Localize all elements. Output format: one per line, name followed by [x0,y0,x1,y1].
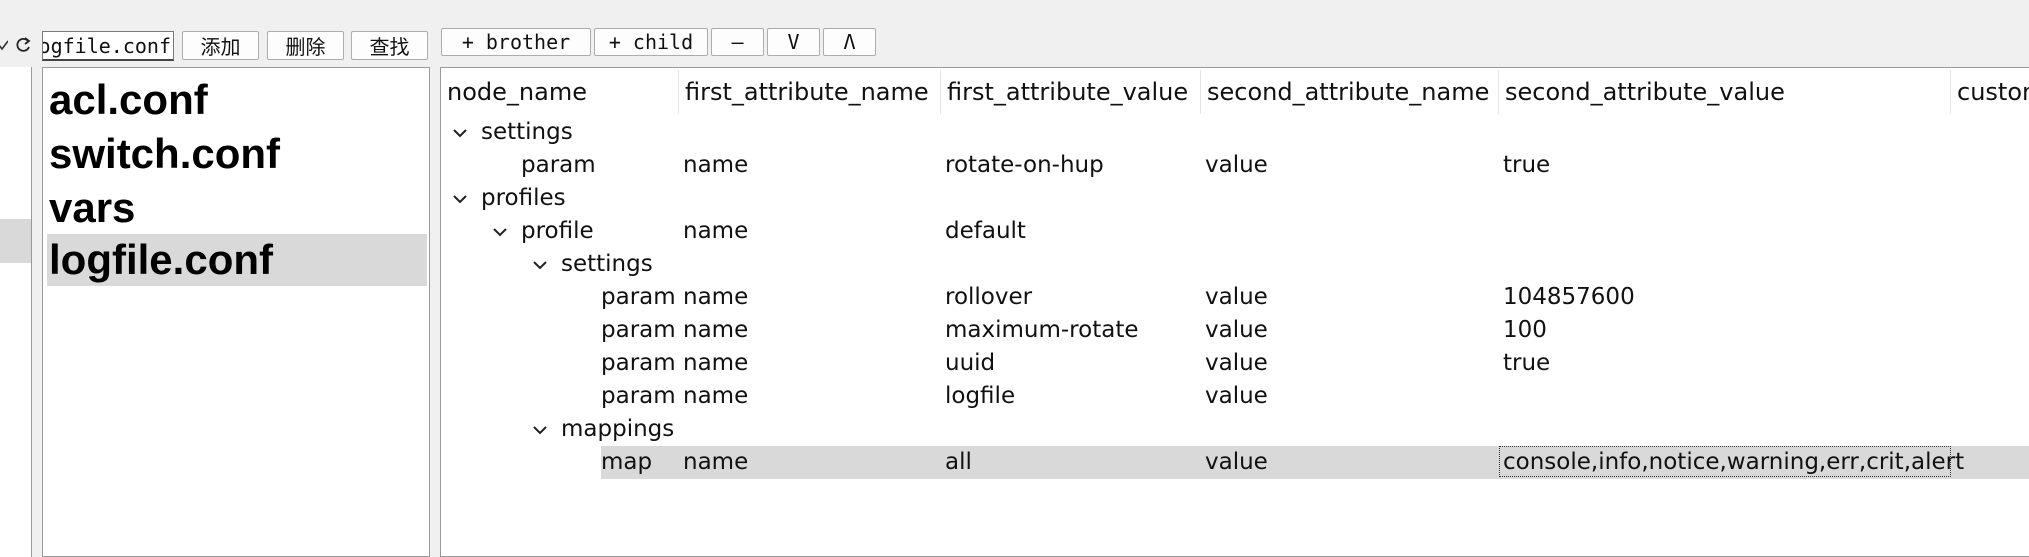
add-brother-button[interactable]: + brother [441,28,591,56]
add-child-button[interactable]: + child [594,28,708,56]
first-attribute-name-cell: name [683,350,749,376]
file-item-vars[interactable]: vars [47,182,427,234]
chevron-down-icon[interactable] [449,116,471,149]
first-attribute-value-cell: logfile [945,383,1016,409]
second-attribute-name-cell: value [1205,284,1268,310]
add-brother-label: + brother [461,30,571,54]
tree-table[interactable]: node_name first_attribute_name first_att… [440,67,2029,557]
move-up-button[interactable]: Λ [823,28,876,56]
file-item-switch[interactable]: switch.conf [47,128,427,180]
file-item-logfile[interactable]: logfile.conf [47,234,427,286]
left-list-selection [0,219,31,263]
tree-row[interactable]: param name logfile value [441,380,2029,413]
dropdown-arrow-icon[interactable] [0,33,8,57]
chevron-down-icon[interactable] [449,182,471,215]
node-name-cell: mappings [561,416,675,442]
tree-row[interactable]: mappings [441,413,2029,446]
second-attribute-name-cell: value [1205,383,1268,409]
move-down-button[interactable]: V [767,28,820,56]
file-list-panel[interactable]: acl.conf switch.conf vars logfile.conf [42,67,430,557]
second-attribute-value-cell: true [1503,350,1551,376]
focused-cell-outline[interactable] [1499,446,1951,477]
find-button-label: 查找 [369,35,410,59]
chevron-down-icon[interactable] [529,248,551,281]
delete-button[interactable]: 删除 [267,31,344,60]
node-name-cell: param [521,152,596,178]
tree-row[interactable]: profiles [441,182,2029,215]
top-strip [0,0,2029,28]
move-up-label: Λ [843,30,856,54]
add-button[interactable]: 添加 [182,31,259,60]
tree-row[interactable]: param name maximum-rotate value 100 [441,314,2029,347]
second-attribute-value-cell: true [1503,152,1551,178]
first-attribute-value-cell: maximum-rotate [945,317,1139,343]
first-attribute-value-cell: all [945,449,972,475]
file-item-acl[interactable]: acl.conf [47,74,427,126]
left-list-panel[interactable] [0,67,32,557]
column-header-second-attribute-value[interactable]: second_attribute_value [1499,70,1951,114]
find-button[interactable]: 查找 [351,31,428,60]
move-down-label: V [787,30,800,54]
node-name-cell: param [601,317,676,343]
first-attribute-name-cell: name [683,284,749,310]
first-attribute-value-cell: rollover [945,284,1033,310]
node-name-cell: param [601,383,676,409]
first-attribute-name-cell: name [683,152,749,178]
tree-row[interactable]: param name uuid value true [441,347,2029,380]
add-child-label: + child [608,30,694,54]
column-header-custom[interactable]: custom [1951,70,2029,114]
first-attribute-name-cell: name [683,449,749,475]
node-name-cell: settings [481,119,573,145]
tree-row[interactable]: param name rollover value 104857600 [441,281,2029,314]
tree-row[interactable]: map name all value console,info,notice,warni… [441,446,2029,479]
chevron-down-icon[interactable] [529,413,551,446]
second-attribute-name-cell: value [1205,152,1268,178]
column-header-first-attribute-value[interactable]: first_attribute_value [941,70,1201,114]
second-attribute-name-cell: value [1205,449,1268,475]
second-attribute-name-cell: value [1205,350,1268,376]
collapse-label: — [731,30,744,54]
first-attribute-value-cell: default [945,218,1026,244]
column-header-second-attribute-name[interactable]: second_attribute_name [1201,70,1499,114]
file-name-input[interactable]: logfile.conf [42,31,174,61]
first-attribute-name-cell: name [683,317,749,343]
file-name-value: logfile.conf [43,34,171,58]
second-attribute-name-cell: value [1205,317,1268,343]
node-name-cell: settings [561,251,653,277]
node-name-cell: profiles [481,185,566,211]
second-attribute-value-cell: 100 [1503,317,1547,343]
delete-button-label: 删除 [285,35,326,59]
first-attribute-name-cell: name [683,383,749,409]
chevron-down-icon[interactable] [489,215,511,248]
column-header-first-attribute-name[interactable]: first_attribute_name [679,70,941,114]
second-attribute-value-cell: 104857600 [1503,284,1635,310]
tree-row[interactable]: settings [441,116,2029,149]
add-button-label: 添加 [200,35,241,59]
node-name-cell: map [601,449,653,475]
node-name-cell: param [601,284,676,310]
first-attribute-value-cell: uuid [945,350,996,376]
first-attribute-value-cell: rotate-on-hup [945,152,1104,178]
node-name-cell: param [601,350,676,376]
collapse-button[interactable]: — [711,28,764,56]
tree-row[interactable]: profile name default [441,215,2029,248]
first-attribute-name-cell: name [683,218,749,244]
refresh-icon[interactable] [12,33,34,57]
tree-row[interactable]: param name rotate-on-hup value true [441,149,2029,182]
tree-row[interactable]: settings [441,248,2029,281]
node-name-cell: profile [521,218,594,244]
column-header-node-name[interactable]: node_name [441,70,679,114]
